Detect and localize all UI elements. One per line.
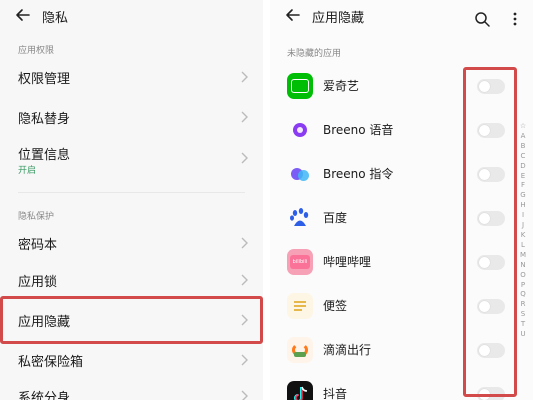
app-name: Breeno 指令 [323, 167, 394, 181]
index-letter[interactable]: N [516, 261, 530, 271]
app-hide-header: 应用隐藏 [270, 0, 533, 34]
section-label-unhidden-apps: 未隐藏的应用 [287, 49, 342, 59]
index-letter[interactable]: K [516, 231, 530, 241]
settings-item-privacy-substitute[interactable]: 隐私替身 [0, 95, 263, 139]
highlight-box-toggles [463, 67, 517, 397]
breeno-voice-icon [287, 117, 313, 143]
back-arrow-icon[interactable] [284, 6, 302, 24]
index-letter[interactable]: S [516, 310, 530, 320]
alphabet-index[interactable]: ☆ A B C D E F G H I J K L M N O P Q R S T U [516, 122, 530, 340]
index-letter[interactable]: T [516, 320, 530, 330]
app-name: 哔哩哔哩 [323, 255, 372, 269]
chevron-right-icon [241, 71, 248, 83]
settings-item-label: 位置信息 [18, 148, 71, 163]
index-letter[interactable]: P [516, 281, 530, 291]
more-options-icon[interactable] [507, 11, 523, 27]
app-name: 百度 [323, 211, 348, 225]
app-name: 便签 [323, 299, 348, 313]
index-letter[interactable]: Q [516, 290, 530, 300]
settings-item-label: 系统分身 [18, 391, 71, 400]
pane-gap [263, 0, 270, 400]
settings-item-label: 应用锁 [18, 275, 58, 290]
highlight-box-app-hide [0, 296, 263, 344]
index-letter[interactable]: G [516, 191, 530, 201]
privacy-settings-pane: 隐私 应用权限 权限管理 隐私替身 位置信息 开启 隐私保护 密码本 应用锁 应… [0, 0, 263, 400]
search-icon[interactable] [474, 11, 490, 27]
settings-item-permission-management[interactable]: 权限管理 [0, 55, 263, 99]
chevron-right-icon [241, 237, 248, 249]
index-letter[interactable]: H [516, 201, 530, 211]
settings-item-location[interactable]: 位置信息 开启 [0, 135, 263, 183]
notes-icon [287, 293, 313, 319]
settings-item-label: 私密保险箱 [18, 355, 84, 370]
didi-icon [287, 337, 313, 363]
douyin-icon [287, 381, 313, 400]
chevron-right-icon [241, 390, 248, 400]
index-letter[interactable]: A [516, 132, 530, 142]
index-letter[interactable]: J [516, 221, 530, 231]
chevron-right-icon [241, 111, 248, 123]
index-letter[interactable]: R [516, 300, 530, 310]
baidu-icon [287, 205, 313, 231]
page-title: 隐私 [42, 11, 69, 26]
app-name: 抖音 [323, 387, 348, 400]
settings-item-label: 密码本 [18, 238, 58, 253]
chevron-right-icon [241, 152, 248, 164]
index-letter[interactable]: F [516, 181, 530, 191]
app-name: Breeno 语音 [323, 123, 394, 137]
app-name: 爱奇艺 [323, 79, 360, 93]
chevron-right-icon [241, 354, 248, 366]
chevron-right-icon [241, 274, 248, 286]
index-letter[interactable]: C [516, 152, 530, 162]
privacy-header: 隐私 [0, 0, 263, 34]
index-letter[interactable]: B [516, 142, 530, 152]
bilibili-icon: bilibili [287, 249, 313, 275]
index-letter[interactable]: L [516, 241, 530, 251]
index-letter[interactable]: O [516, 271, 530, 281]
section-divider [18, 192, 245, 193]
settings-item-label: 权限管理 [18, 72, 71, 87]
settings-item-system-clone[interactable]: 系统分身 [0, 376, 263, 400]
iqiyi-icon [287, 73, 313, 99]
app-name: 滴滴出行 [323, 343, 372, 357]
index-letter[interactable]: U [516, 330, 530, 340]
app-hide-pane: 应用隐藏 未隐藏的应用 爱奇艺 Breeno 语音 Breeno 指令 百度 b… [270, 0, 533, 400]
page-title: 应用隐藏 [312, 11, 365, 26]
location-status-text: 开启 [18, 166, 37, 176]
index-letter[interactable]: E [516, 172, 530, 182]
back-arrow-icon[interactable] [14, 6, 32, 24]
index-letter[interactable]: M [516, 251, 530, 261]
breeno-command-icon [287, 161, 313, 187]
index-letter[interactable]: I [516, 211, 530, 221]
index-letter[interactable]: ☆ [516, 122, 530, 132]
index-letter[interactable]: D [516, 162, 530, 172]
settings-item-label: 隐私替身 [18, 112, 71, 127]
